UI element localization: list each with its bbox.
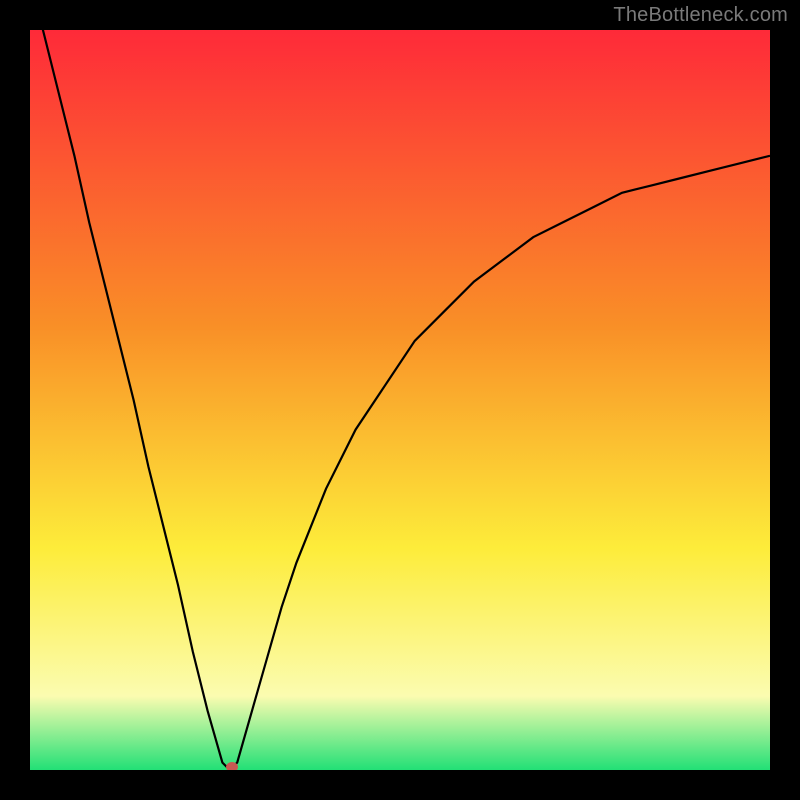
plot-area <box>30 30 770 770</box>
watermark-text: TheBottleneck.com <box>613 4 788 27</box>
chart-svg <box>30 30 770 770</box>
chart-frame: TheBottleneck.com <box>0 0 800 800</box>
gradient-background <box>30 30 770 770</box>
